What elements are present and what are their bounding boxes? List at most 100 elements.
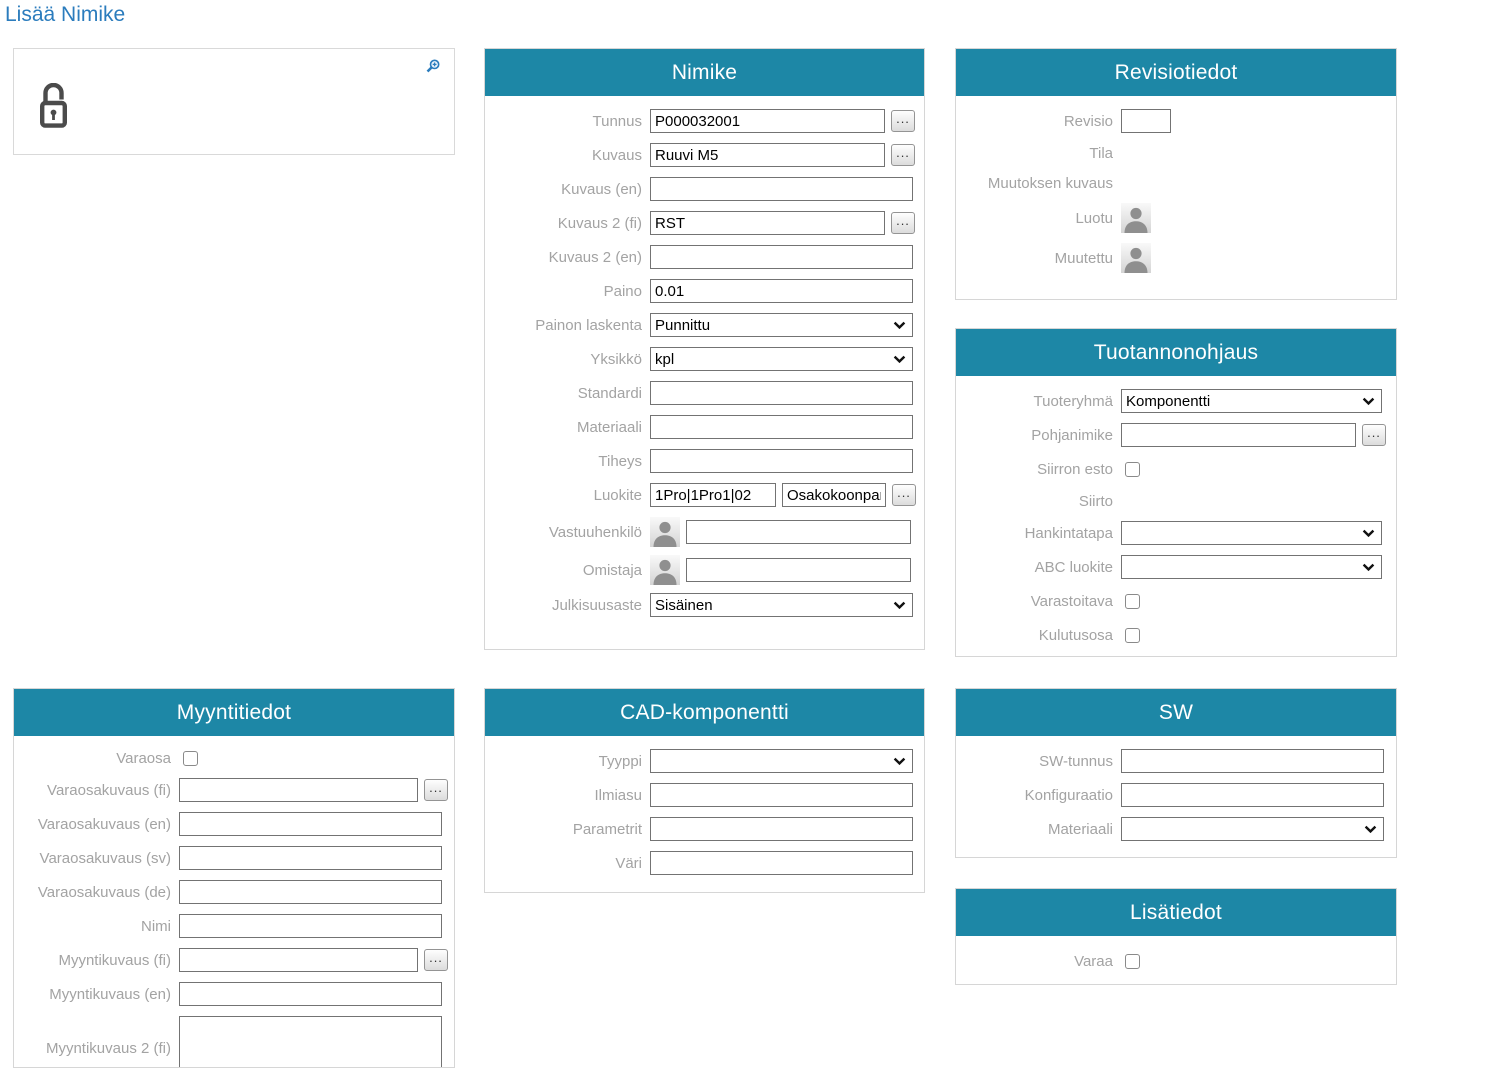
vari-input[interactable] — [650, 851, 913, 875]
nimi-input[interactable] — [179, 914, 442, 938]
field-label: Parametrit — [485, 821, 642, 838]
sw-materiaali-select[interactable] — [1121, 817, 1384, 841]
ellipsis-button[interactable]: ... — [891, 212, 915, 234]
painon-laskenta-select[interactable]: Punnittu — [650, 313, 913, 337]
field-label: Revisio — [956, 113, 1113, 130]
field-label: Standardi — [485, 385, 642, 402]
zoom-plus-icon[interactable] — [426, 59, 440, 78]
kuvaus2-en-input[interactable] — [650, 245, 913, 269]
varaosakuvaus-de-input[interactable] — [179, 880, 442, 904]
ellipsis-button[interactable]: ... — [892, 484, 916, 506]
sw-tunnus-input[interactable] — [1121, 749, 1384, 773]
field-paino: Paino — [485, 279, 924, 303]
select-value: kpl — [655, 351, 674, 368]
field-label: Tiheys — [485, 453, 642, 470]
field-kuvaus-en: Kuvaus (en) — [485, 177, 924, 201]
field-omistaja: Omistaja — [485, 555, 924, 585]
field-vari: Väri — [485, 851, 924, 875]
paino-input[interactable] — [650, 279, 913, 303]
field-label: Tunnus — [485, 113, 642, 130]
ellipsis-button[interactable]: ... — [891, 144, 915, 166]
field-label: Muutettu — [956, 250, 1113, 267]
kulutusosa-checkbox[interactable] — [1125, 628, 1140, 643]
revisio-input[interactable] — [1121, 109, 1171, 133]
materiaali-input[interactable] — [650, 415, 913, 439]
person-icon[interactable] — [650, 555, 680, 585]
panel-lisatiedot: Lisätiedot Varaa — [955, 888, 1397, 985]
tiheys-input[interactable] — [650, 449, 913, 473]
field-myyntikuvaus-en: Myyntikuvaus (en) — [14, 982, 454, 1006]
ellipsis-button[interactable]: ... — [424, 949, 448, 971]
field-label: Kuvaus 2 (en) — [485, 249, 642, 266]
ellipsis-button[interactable]: ... — [891, 110, 915, 132]
field-label: Kuvaus 2 (fi) — [485, 215, 642, 232]
abc-luokite-select[interactable] — [1121, 555, 1382, 579]
kuvaus2-fi-input[interactable] — [650, 211, 885, 235]
field-label: Muutoksen kuvaus — [956, 175, 1113, 192]
vastuuhenkilo-input[interactable] — [686, 520, 911, 544]
field-ilmiasu: Ilmiasu — [485, 783, 924, 807]
field-standardi: Standardi — [485, 381, 924, 405]
kuvaus-en-input[interactable] — [650, 177, 913, 201]
myyntikuvaus2-fi-textarea[interactable] — [179, 1016, 442, 1068]
varaosakuvaus-sv-input[interactable] — [179, 846, 442, 870]
varaa-checkbox[interactable] — [1125, 954, 1140, 969]
ellipsis-button[interactable]: ... — [424, 779, 448, 801]
luokite-code-input[interactable] — [650, 483, 776, 507]
standardi-input[interactable] — [650, 381, 913, 405]
varastoitava-checkbox[interactable] — [1125, 594, 1140, 609]
field-label: Varaa — [956, 953, 1113, 970]
panel-cad-title: CAD-komponentti — [485, 689, 924, 736]
tuoteryhma-select[interactable]: Komponentti — [1121, 389, 1382, 413]
field-myyntikuvaus2-fi: Myyntikuvaus 2 (fi) — [14, 1016, 454, 1068]
siirron-esto-checkbox[interactable] — [1125, 462, 1140, 477]
parametrit-input[interactable] — [650, 817, 913, 841]
field-sw-tunnus: SW-tunnus — [956, 749, 1396, 773]
select-value: Komponentti — [1126, 393, 1210, 410]
pohjanimike-input[interactable] — [1121, 423, 1356, 447]
omistaja-input[interactable] — [686, 558, 911, 582]
open-lock-icon — [40, 83, 67, 133]
field-materiaali: Materiaali — [485, 415, 924, 439]
field-varastoitava: Varastoitava — [956, 589, 1396, 613]
person-icon — [1121, 203, 1151, 233]
konfiguraatio-input[interactable] — [1121, 783, 1384, 807]
julkisuusaste-select[interactable]: Sisäinen — [650, 593, 913, 617]
field-label: Varaosakuvaus (en) — [14, 816, 171, 833]
panel-lisatiedot-title: Lisätiedot — [956, 889, 1396, 936]
myyntikuvaus-en-input[interactable] — [179, 982, 442, 1006]
field-label: Myyntikuvaus (fi) — [14, 952, 171, 969]
item-preview-box — [13, 48, 455, 155]
field-label: Kulutusosa — [956, 627, 1113, 644]
chevron-down-icon — [1364, 825, 1377, 834]
varaosakuvaus-en-input[interactable] — [179, 812, 442, 836]
field-label: Luotu — [956, 210, 1113, 227]
luokite-name-input[interactable] — [782, 483, 886, 507]
tyyppi-select[interactable] — [650, 749, 913, 773]
field-label: Omistaja — [485, 562, 642, 579]
tunnus-input[interactable] — [650, 109, 885, 133]
select-value: Sisäinen — [655, 597, 713, 614]
varaosakuvaus-fi-input[interactable] — [179, 778, 418, 802]
panel-myyntitiedot-title: Myyntitiedot — [14, 689, 454, 736]
field-muutoksen-kuvaus: Muutoksen kuvaus — [956, 173, 1396, 193]
chevron-down-icon — [1362, 563, 1375, 572]
ilmiasu-input[interactable] — [650, 783, 913, 807]
field-julkisuusaste: Julkisuusaste Sisäinen — [485, 593, 924, 617]
varaosa-checkbox[interactable] — [183, 751, 198, 766]
field-kuvaus2-fi: Kuvaus 2 (fi) ... — [485, 211, 924, 235]
kuvaus-input[interactable] — [650, 143, 885, 167]
ellipsis-button[interactable]: ... — [1362, 424, 1386, 446]
field-luotu: Luotu — [956, 203, 1396, 233]
yksikko-select[interactable]: kpl — [650, 347, 913, 371]
field-label: Konfiguraatio — [956, 787, 1113, 804]
person-icon[interactable] — [650, 517, 680, 547]
field-label: Varaosakuvaus (fi) — [14, 782, 171, 799]
chevron-down-icon — [893, 321, 906, 330]
field-pohjanimike: Pohjanimike ... — [956, 423, 1396, 447]
hankintatapa-select[interactable] — [1121, 521, 1382, 545]
myyntikuvaus-fi-input[interactable] — [179, 948, 418, 972]
field-varaosakuvaus-fi: Varaosakuvaus (fi) ... — [14, 778, 454, 802]
chevron-down-icon — [893, 757, 906, 766]
page-title: Lisää Nimike — [5, 3, 125, 27]
